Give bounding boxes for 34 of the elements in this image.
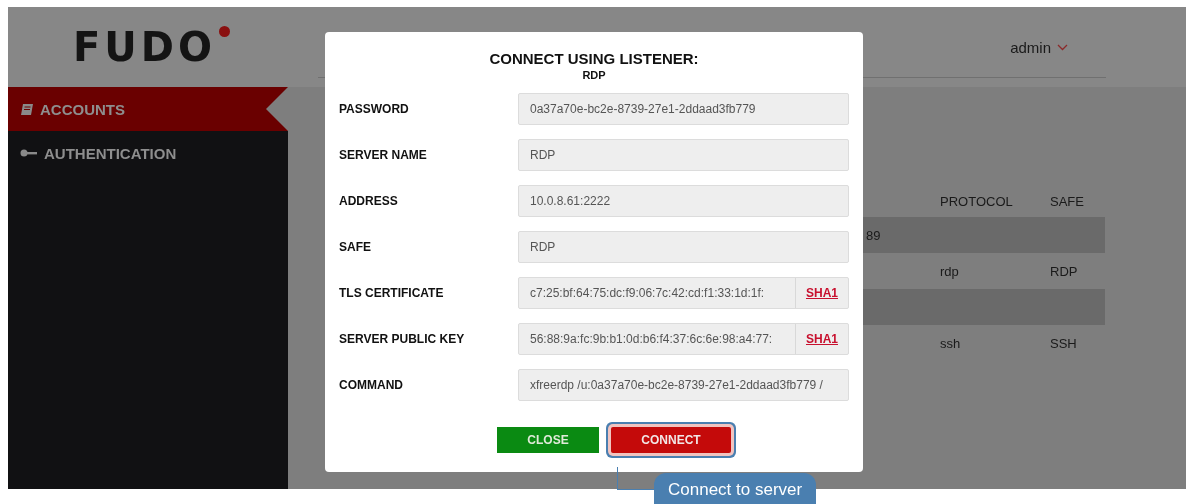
field-label: SAFE bbox=[339, 240, 372, 254]
input-field[interactable]: 10.0.8.61:2222 bbox=[518, 185, 849, 217]
field-label: COMMAND bbox=[339, 378, 404, 392]
table-cell: RDP bbox=[1050, 263, 1078, 279]
field-label: TLS CERTIFICATE bbox=[339, 286, 445, 300]
callout-tooltip: Connect to server bbox=[654, 473, 817, 504]
fudo-logo: FUDO bbox=[73, 24, 230, 70]
table-cell: SSH bbox=[1050, 335, 1077, 351]
input-field[interactable]: 0a37a70e-bc2e-8739-27e1-2ddaad3fb779 bbox=[518, 93, 849, 125]
key-icon bbox=[20, 148, 38, 158]
dialog-title: CONNECT USING LISTENER: bbox=[488, 50, 700, 67]
input-field[interactable]: c7:25:bf:64:75:dc:f9:06:7c:42:cd:f1:33:1d:1f: SHA1 bbox=[518, 277, 849, 309]
column-header: PROTOCOL bbox=[940, 193, 1013, 209]
hash-link[interactable]: SHA1 bbox=[795, 324, 848, 354]
input-field[interactable]: RDP bbox=[518, 231, 849, 263]
book-icon bbox=[20, 102, 34, 116]
table-cell: rdp bbox=[940, 263, 959, 279]
input-field[interactable]: 56:88:9a:fc:9b:b1:0d:b6:f4:37:6c:6e:98:a4:77: SHA1 bbox=[518, 323, 849, 355]
field-label: ADDRESS bbox=[339, 194, 399, 208]
sidebar-item[interactable]: AUTHENTICATION bbox=[8, 131, 288, 175]
dialog-subtitle: RDP bbox=[581, 69, 607, 81]
field-label: SERVER PUBLIC KEY bbox=[339, 332, 466, 346]
field-label: SERVER NAME bbox=[339, 148, 428, 162]
table-cell: ssh bbox=[940, 335, 961, 351]
table-cell: 89 bbox=[866, 227, 881, 243]
hash-link[interactable]: SHA1 bbox=[795, 278, 848, 308]
close-button[interactable]: CLOSE bbox=[497, 427, 599, 453]
user-menu[interactable]: admin bbox=[1010, 38, 1068, 56]
input-field[interactable]: xfreerdp /u:0a37a70e-bc2e-8739-27e1-2ddaad3fb779 / bbox=[518, 369, 849, 401]
sidebar-item[interactable]: ACCOUNTS bbox=[8, 87, 288, 131]
field-label: PASSWORD bbox=[339, 102, 410, 116]
input-field[interactable]: RDP bbox=[518, 139, 849, 171]
caret-icon bbox=[1057, 43, 1068, 51]
column-header: SAFE bbox=[1050, 193, 1084, 209]
